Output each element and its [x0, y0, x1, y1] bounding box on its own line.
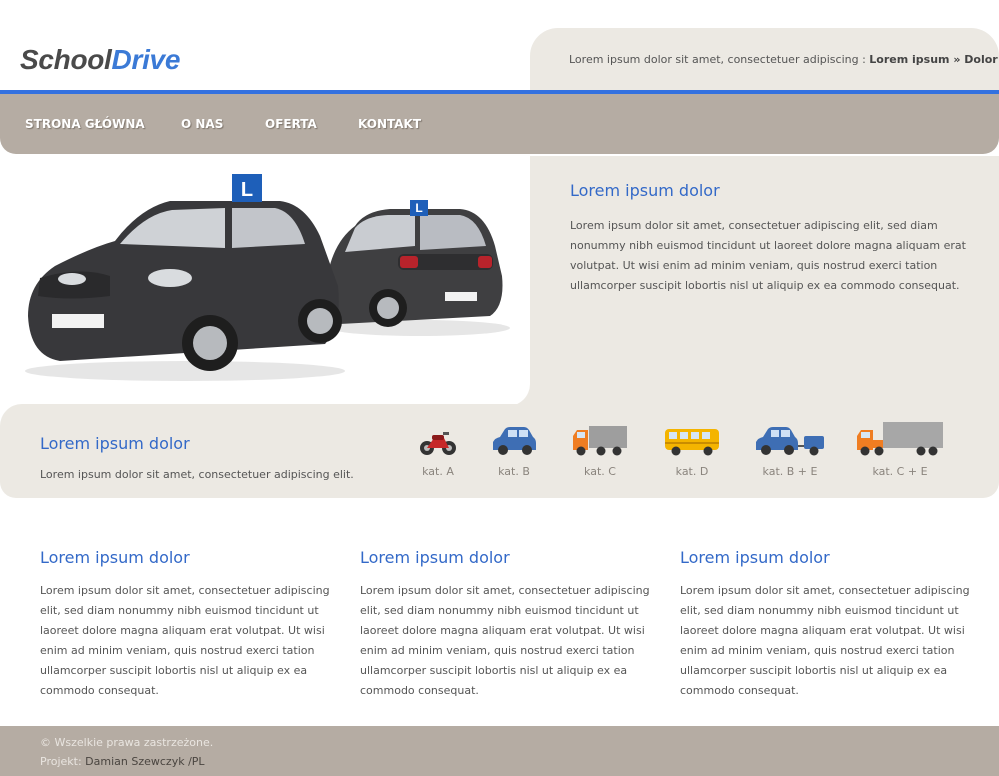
- breadcrumb-separator: »: [949, 53, 965, 66]
- footer-author-link[interactable]: Damian Szewczyk: [85, 755, 184, 768]
- category-kat-a[interactable]: kat. A: [408, 420, 468, 478]
- category-label: kat. B: [498, 465, 530, 478]
- main-nav: STRONA GŁÓWNA O NAS OFERTA KONTAKT: [0, 94, 999, 154]
- logo-text-drive: Drive: [111, 44, 181, 75]
- category-label: kat. A: [422, 465, 454, 478]
- category-label: kat. C + E: [872, 465, 928, 478]
- column-text: Lorem ipsum dolor sit amet, consectetuer…: [680, 584, 970, 697]
- bus-icon: [665, 429, 719, 456]
- site-logo[interactable]: SchoolDrive: [20, 44, 180, 76]
- footer-project-suffix: /PL: [184, 755, 205, 768]
- breadcrumb-link-lorem-ipsum[interactable]: Lorem ipsum: [869, 53, 949, 66]
- column-text: Lorem ipsum dolor sit amet, consectetuer…: [40, 584, 330, 697]
- hero-title: Lorem ipsum dolor: [570, 181, 720, 200]
- nav-item-contact[interactable]: KONTAKT: [358, 117, 421, 131]
- car-trailer-icon: [756, 427, 824, 456]
- category-kat-c[interactable]: kat. C: [566, 420, 634, 478]
- hero-cars-image: L L: [20, 166, 510, 391]
- footer-copyright: © Wszelkie prawa zastrzeżone.: [40, 736, 214, 749]
- header-info-box: Lorem ipsum dolor sit amet, consectetuer…: [530, 28, 999, 90]
- breadcrumb-link-dolor[interactable]: Dolor: [964, 53, 997, 66]
- rear-learner-sign-letter: L: [415, 201, 422, 215]
- content-column-3: Lorem ipsum dolor Lorem ipsum dolor sit …: [680, 548, 970, 701]
- band-title: Lorem ipsum dolor: [40, 434, 190, 453]
- column-title: Lorem ipsum dolor: [360, 548, 510, 567]
- nav-item-home[interactable]: STRONA GŁÓWNA: [25, 117, 145, 131]
- truck-trailer-icon: [857, 422, 943, 456]
- band-notch: [508, 382, 552, 406]
- truck-icon: [573, 426, 627, 456]
- breadcrumb-text: Lorem ipsum dolor sit amet, consectetuer…: [569, 53, 870, 66]
- category-label: kat. D: [675, 465, 709, 478]
- front-learner-sign-letter: L: [241, 179, 253, 201]
- category-kat-b[interactable]: kat. B: [484, 420, 544, 478]
- logo-text-school: School: [20, 44, 112, 75]
- footer: © Wszelkie prawa zastrzeżone. Projekt: D…: [0, 726, 999, 776]
- nav-item-about[interactable]: O NAS: [181, 117, 223, 131]
- motorcycle-icon: [420, 432, 456, 455]
- content-column-1: Lorem ipsum dolor Lorem ipsum dolor sit …: [40, 548, 330, 701]
- footer-project-label: Projekt:: [40, 755, 86, 768]
- category-kat-d[interactable]: kat. D: [658, 420, 726, 478]
- hero-text: Lorem ipsum dolor sit amet, consectetuer…: [570, 219, 966, 292]
- category-kat-c-e[interactable]: kat. C + E: [852, 420, 948, 478]
- category-band: Lorem ipsum dolor Lorem ipsum dolor sit …: [0, 404, 999, 498]
- hero-text-panel: Lorem ipsum dolor Lorem ipsum dolor sit …: [530, 156, 999, 406]
- category-kat-b-e[interactable]: kat. B + E: [748, 420, 832, 478]
- column-title: Lorem ipsum dolor: [40, 548, 190, 567]
- nav-item-offer[interactable]: OFERTA: [265, 117, 317, 131]
- car-icon: [493, 427, 536, 455]
- footer-project: Projekt: Damian Szewczyk /PL: [40, 755, 205, 768]
- column-title: Lorem ipsum dolor: [680, 548, 830, 567]
- band-text: Lorem ipsum dolor sit amet, consectetuer…: [40, 468, 354, 481]
- column-text: Lorem ipsum dolor sit amet, consectetuer…: [360, 584, 650, 697]
- category-label: kat. C: [584, 465, 616, 478]
- breadcrumb: Lorem ipsum dolor sit amet, consectetuer…: [569, 53, 998, 66]
- content-column-2: Lorem ipsum dolor Lorem ipsum dolor sit …: [360, 548, 650, 701]
- category-label: kat. B + E: [762, 465, 818, 478]
